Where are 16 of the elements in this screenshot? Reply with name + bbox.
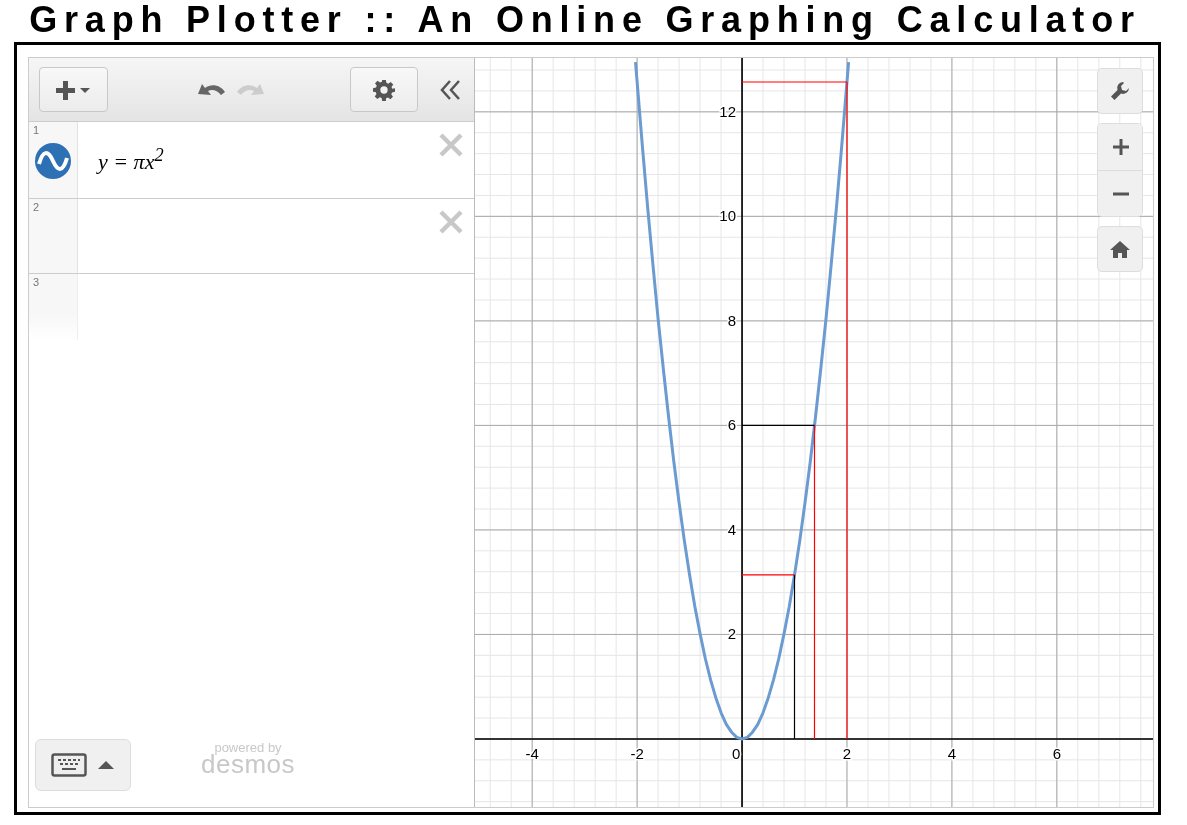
tick-label: 2 (727, 625, 737, 643)
row-number: 3 (33, 276, 40, 288)
tick-label: 12 (719, 102, 737, 120)
tick-label: -4 (525, 744, 539, 762)
tick-label: 4 (947, 744, 957, 762)
page-title: Graph Plotter :: An Online Graphing Calculator (28, 0, 1142, 40)
tick-label: 6 (1052, 744, 1061, 762)
tick-label: 0 (731, 744, 741, 762)
row-number: 2 (33, 201, 40, 213)
tick-label: 2 (842, 744, 852, 762)
tick-label: -2 (630, 744, 644, 762)
tick-label: 4 (727, 520, 737, 538)
tick-label: 6 (727, 416, 737, 434)
tick-label: 10 (719, 207, 737, 225)
tick-label: 8 (727, 311, 737, 329)
row-number: 1 (33, 124, 40, 136)
